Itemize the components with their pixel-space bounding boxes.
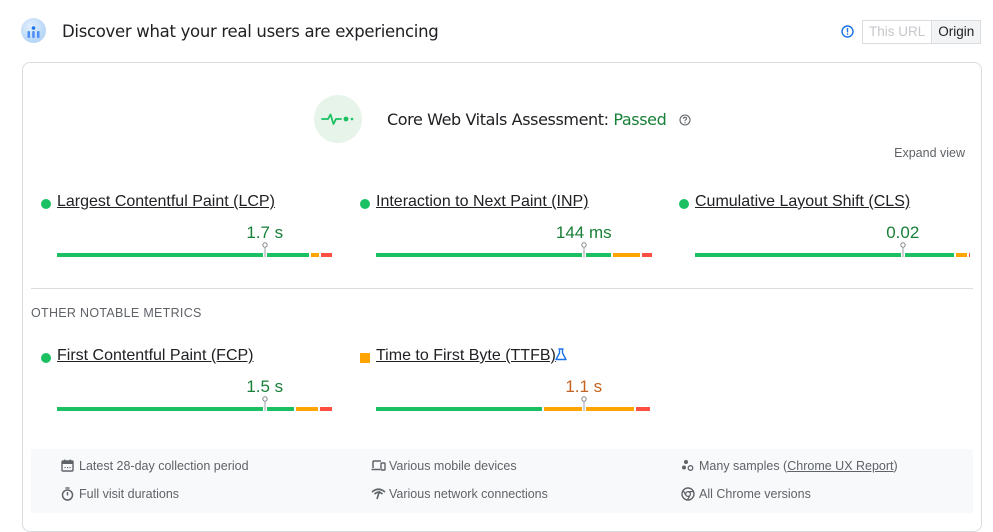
samples-icon [682,460,694,471]
crux-logo-icon [21,18,46,43]
good-rating-dot-icon [41,353,51,363]
bar-segment-good [376,407,543,411]
distribution-bar [376,396,653,411]
calendar-icon [61,459,74,472]
footer-text: Many samples (Chrome UX Report) [699,458,898,474]
distribution-bar [57,396,334,411]
bar-segment-good [57,253,309,257]
metric-value: 1.7 s [246,223,284,242]
samples-text: Many samples ( [699,459,788,473]
assessment-label: Core Web Vitals Assessment: [387,110,609,129]
bar-segment-poor [320,253,332,257]
bar-segment-needs-improvement [295,407,318,411]
field-data-card: Core Web Vitals Assessment: Passed Expan… [22,62,982,532]
other-metrics-heading: OTHER NOTABLE METRICS [31,306,202,320]
metric-name-link[interactable]: Cumulative Layout Shift (CLS) [695,193,910,211]
footer-text: Various mobile devices [389,459,517,473]
p75-marker-icon [581,242,587,257]
stopwatch-icon [61,487,74,501]
expand-view-button[interactable]: Expand view [894,146,965,160]
url-origin-toggle: This URL Origin [862,20,982,44]
metric-name-link[interactable]: First Contentful Paint (FCP) [57,347,254,365]
metric-name-link[interactable]: Interaction to Next Paint (INP) [376,193,589,211]
flask-icon[interactable] [555,348,567,361]
p75-marker-icon [262,396,268,411]
good-rating-dot-icon [360,199,370,209]
metric-name-link[interactable]: Time to First Byte (TTFB) [376,347,556,365]
assessment-status: Passed [613,110,667,129]
bar-segment-good [376,253,611,257]
metric-name-link[interactable]: Largest Contentful Paint (LCP) [57,193,275,211]
devices-icon [371,460,386,471]
bar-segment-needs-improvement [612,253,640,257]
metric-value: 1.5 s [246,377,284,396]
p75-marker-icon [581,396,587,411]
origin-toggle-button[interactable]: Origin [932,20,982,44]
chrome-icon [681,487,695,501]
metric-inp: Interaction to Next Paint (INP) 144 ms [350,193,653,263]
bar-segment-poor [968,253,971,257]
good-rating-dot-icon [679,199,689,209]
page-title: Discover what your real users are experi… [62,22,439,41]
chrome-ux-report-link[interactable]: Chrome UX Report [787,459,893,473]
p75-marker-icon [900,242,906,257]
footer-text: Various network connections [389,487,548,501]
metric-cls: Cumulative Layout Shift (CLS) 0.02 [669,193,972,263]
help-icon[interactable] [679,114,691,126]
data-source-footer: Latest 28-day collection period Various … [31,449,973,513]
bar-segment-needs-improvement [955,253,967,257]
network-icon [371,488,386,500]
assessment-text: Core Web Vitals Assessment: Passed [387,110,691,129]
heartbeat-icon [314,95,362,143]
metric-lcp: Largest Contentful Paint (LCP) 1.7 s [31,193,334,263]
bar-segment-good [695,253,954,257]
metric-value: 1.1 s [565,377,603,396]
distribution-bar [376,242,653,257]
section-divider [31,288,973,289]
samples-text-end: ) [893,459,898,473]
footer-text: Full visit durations [79,487,180,501]
distribution-bar [57,242,334,257]
needs-improvement-square-icon [360,353,370,363]
metric-value: 144 ms [555,223,612,242]
footer-text: Latest 28-day collection period [79,459,249,473]
bar-segment-needs-improvement [544,407,635,411]
page-header: Discover what your real users are experi… [0,0,993,62]
bar-segment-poor [641,253,652,257]
metric-ttfb: Time to First Byte (TTFB) 1.1 s [350,347,653,417]
bar-segment-poor [636,407,651,411]
info-icon[interactable] [841,25,854,38]
bar-segment-poor [319,407,333,411]
metric-fcp: First Contentful Paint (FCP) 1.5 s [31,347,334,417]
good-rating-dot-icon [41,199,51,209]
p75-marker-icon [262,242,268,257]
this-url-toggle-button[interactable]: This URL [862,20,933,44]
footer-text: All Chrome versions [699,487,811,501]
distribution-bar [695,242,972,257]
bar-segment-good [57,407,294,411]
bar-segment-needs-improvement [311,253,319,257]
metric-value: 0.02 [886,223,920,242]
